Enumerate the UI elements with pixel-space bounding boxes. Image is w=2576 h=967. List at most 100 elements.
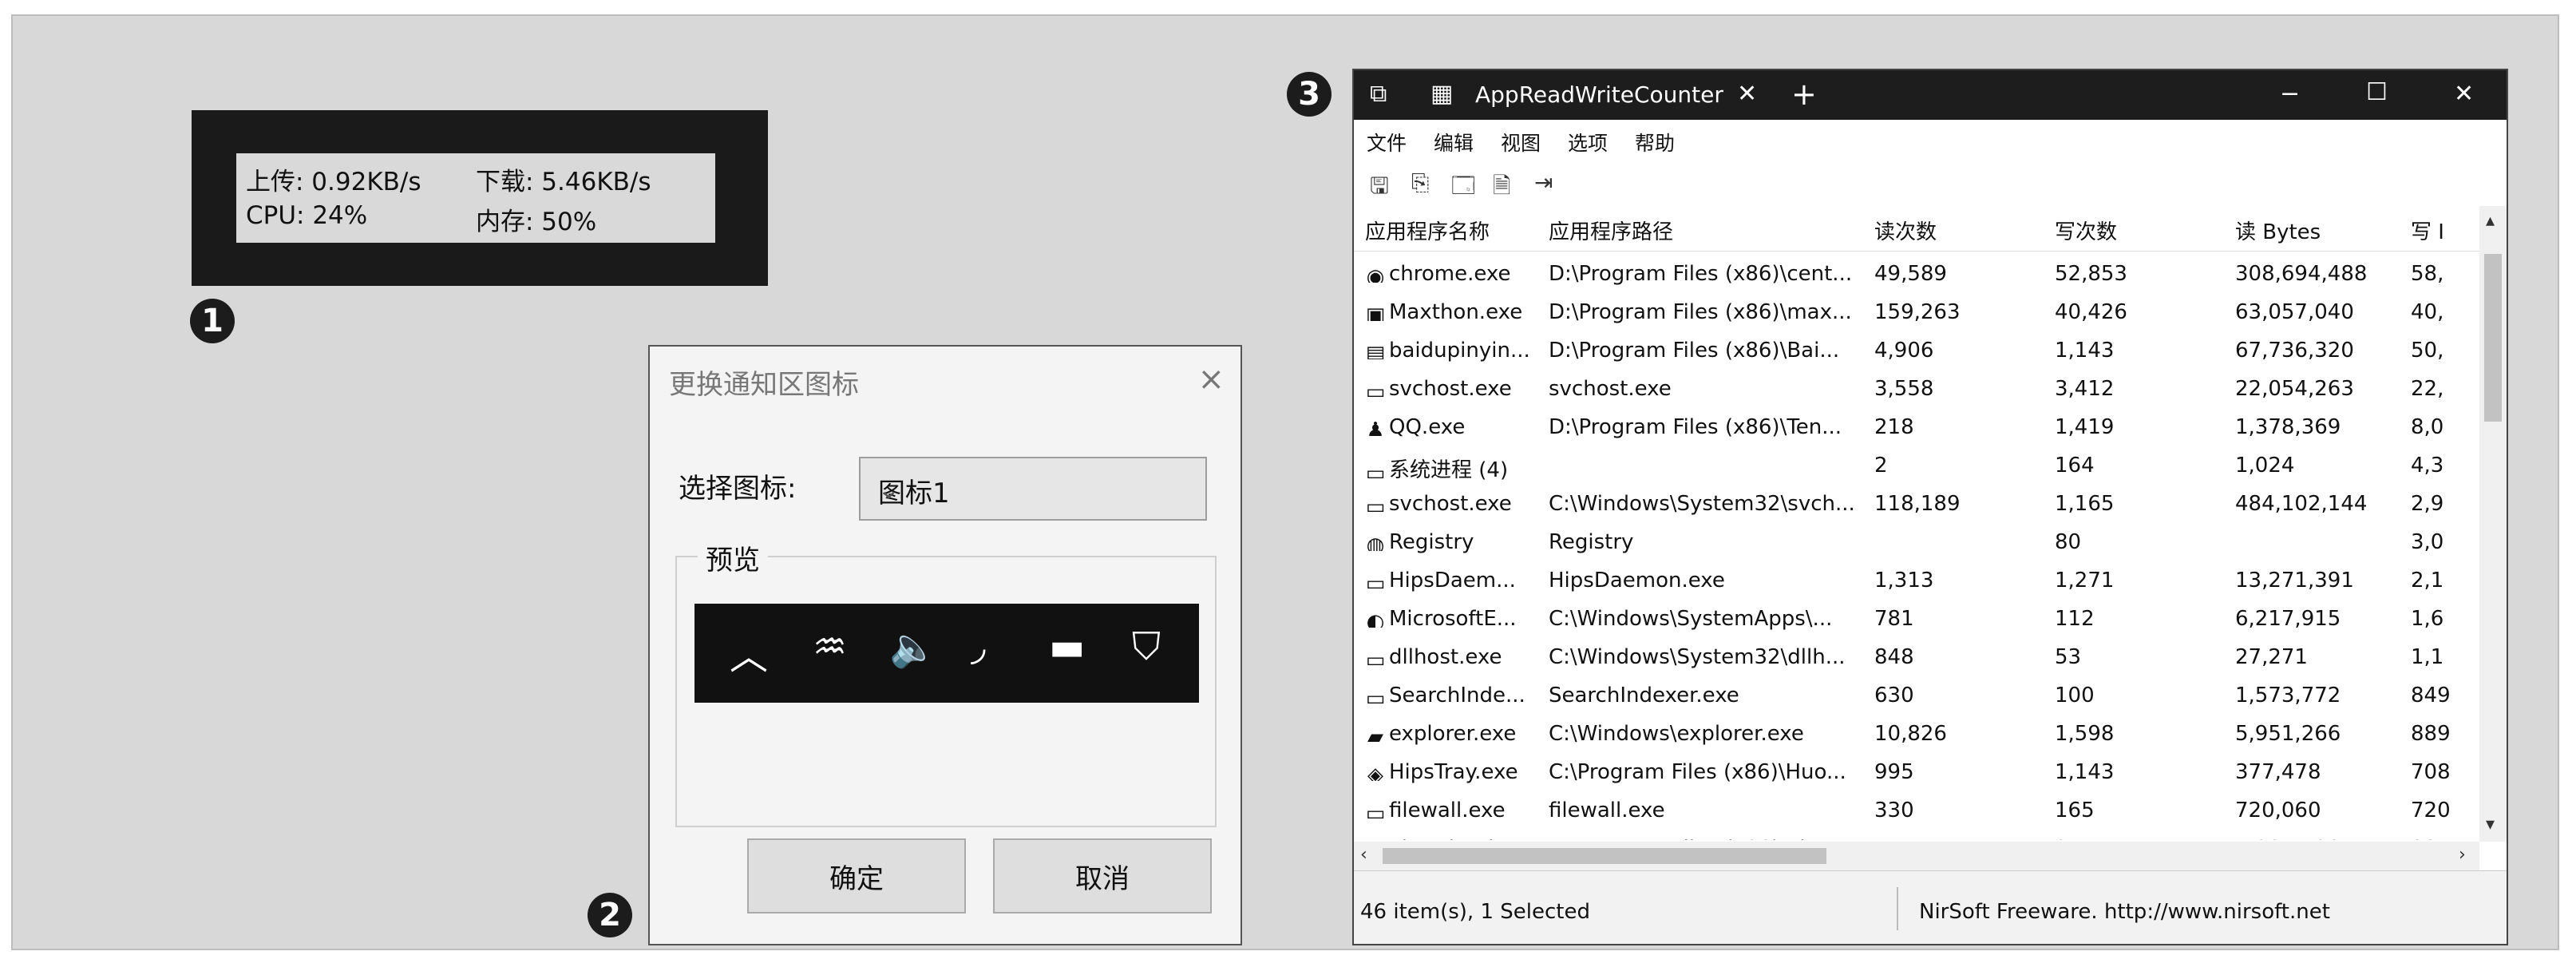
- close-icon[interactable]: ×: [1197, 361, 1225, 398]
- tab-title[interactable]: AppReadWriteCounter: [1475, 81, 1723, 108]
- table-row[interactable]: ▰ explorer.exe C:\Windows\explorer.exe 10,8…: [1354, 715, 2479, 754]
- table-row[interactable]: ▭ svchost.exe C:\Windows\System32\svch... 1…: [1354, 485, 2479, 524]
- cell-app-name-text: chrome.exe: [1389, 262, 1511, 286]
- step-badge-1: 1: [190, 299, 235, 343]
- column-header-write-bytes[interactable]: 写 I: [2411, 216, 2444, 245]
- column-header-reads[interactable]: 读次数: [1874, 216, 1937, 245]
- close-window-button[interactable]: ✕: [2454, 80, 2474, 108]
- copy-icon[interactable]: ⎘: [1411, 169, 1429, 196]
- registry-icon: ◍: [1366, 533, 1385, 551]
- cell-read-bytes: 377,478: [2235, 760, 2321, 784]
- tab-actions-icon[interactable]: ⧉: [1370, 80, 1387, 108]
- shield-icon: ⛉: [1132, 624, 1161, 669]
- cell-app-name-text: explorer.exe: [1389, 722, 1517, 746]
- vertical-scroll-thumb[interactable]: [2484, 254, 2502, 422]
- menu-help[interactable]: 帮助: [1635, 128, 1675, 157]
- volume-icon: 🔈: [889, 625, 937, 670]
- chevron-down-icon: ⌄: [878, 474, 900, 505]
- app-window-icon: ▭: [1365, 572, 1386, 589]
- cell-write-bytes: 708: [2411, 760, 2451, 784]
- change-tray-icon-dialog: 更换通知区图标 × 选择图标: 图标1 ⌄ 预览 ︿ ♒ 🔈 ◞ ▬ ⛉ 确定 …: [648, 345, 1242, 945]
- step-badge-2: 2: [588, 893, 632, 937]
- cell-app-name-text: Registry: [1389, 530, 1474, 554]
- ok-button[interactable]: 确定: [747, 838, 966, 913]
- cell-reads: 2: [1874, 454, 1888, 478]
- cell-app-name: ▭ svchost.exe: [1365, 377, 1544, 401]
- cell-path: filewall.exe: [1549, 799, 1665, 822]
- cpu-usage: CPU: 24%: [246, 201, 368, 230]
- menu-edit[interactable]: 编辑: [1434, 128, 1474, 157]
- cell-read-bytes: 308,694,488: [2235, 262, 2368, 286]
- cell-read-bytes: 27,271: [2235, 645, 2308, 669]
- properties-icon[interactable]: 🗔: [1451, 169, 1475, 208]
- memory-usage: 内存: 50%: [476, 208, 597, 236]
- scroll-left-icon[interactable]: ‹: [1360, 845, 1367, 865]
- column-header-writes[interactable]: 写次数: [2055, 216, 2117, 245]
- cell-write-bytes: 8,0: [2411, 415, 2444, 439]
- cell-app-name: ▭ svchost.exe: [1365, 492, 1544, 516]
- cell-read-bytes: 4,997,120: [2235, 837, 2403, 840]
- column-header-read-bytes[interactable]: 读 Bytes: [2235, 216, 2321, 245]
- table-row[interactable]: ◉ chrome.exe D:\Program Files (x86)\cent..…: [1354, 256, 2479, 294]
- close-tab-icon[interactable]: ✕: [1737, 80, 1757, 108]
- save-icon[interactable]: 🖫: [1370, 169, 1389, 208]
- cell-app-name-text: HipsDaem...: [1389, 569, 1516, 592]
- table-row[interactable]: ▭ThunderPla... D:\Program Files (x86)\Thu…: [1354, 830, 2479, 840]
- cell-app-name-text: HipsTray.exe: [1389, 760, 1518, 784]
- table-row[interactable]: ▭ 系统进程 (4) 2 164 1,024 4,3: [1354, 447, 2479, 485]
- html-report-icon[interactable]: 🗎: [1493, 169, 1511, 208]
- cell-reads: 781: [1874, 607, 1914, 631]
- activity-pulse-icon: ♒: [813, 624, 848, 669]
- cell-app-name-text: filewall.exe: [1389, 799, 1506, 822]
- scroll-up-icon[interactable]: ▴: [2486, 211, 2495, 231]
- cell-reads: 159,263: [1874, 300, 1961, 324]
- cell-read-bytes: 63,057,040: [2235, 300, 2354, 324]
- table-row[interactable]: ◈ HipsTray.exe C:\Program Files (x86)\Huo.…: [1354, 754, 2479, 792]
- maximize-button[interactable]: ☐: [2366, 78, 2388, 106]
- app-window-icon: ▭: [1365, 462, 1386, 479]
- column-header-path[interactable]: 应用程序路径: [1549, 216, 1673, 245]
- app-window-icon: ▭: [1365, 380, 1386, 398]
- cell-path: D:\Program Files (x86)\Thu...: [1549, 837, 1865, 840]
- cell-reads: 3,558: [1874, 377, 1934, 401]
- cell-app-name: ▣ Maxthon.exe: [1365, 300, 1544, 324]
- table-row[interactable]: ▣ Maxthon.exe D:\Program Files (x86)\max..…: [1354, 294, 2479, 332]
- cell-writes: 1,143: [2055, 760, 2115, 784]
- cell-writes: 1,271: [2055, 569, 2115, 592]
- menu-view[interactable]: 视图: [1501, 128, 1541, 157]
- cell-app-name-text: Maxthon.exe: [1389, 300, 1523, 324]
- table-row[interactable]: ♟ QQ.exe D:\Program Files (x86)\Ten... 218 1…: [1354, 409, 2479, 447]
- cell-app-name: ▰ explorer.exe: [1365, 722, 1544, 746]
- table-row[interactable]: ▭ dllhost.exe C:\Windows\System32\dllh... 8…: [1354, 639, 2479, 677]
- menu-options[interactable]: 选项: [1568, 128, 1608, 157]
- status-nirsoft-link[interactable]: NirSoft Freeware. http://www.nirsoft.net: [1919, 900, 2330, 924]
- cell-writes: 40,426: [2055, 300, 2127, 324]
- cell-writes: 1,419: [2055, 415, 2115, 439]
- horizontal-scrollbar[interactable]: ‹ ›: [1354, 842, 2479, 870]
- minimize-button[interactable]: −: [2280, 80, 2300, 108]
- status-divider: [1897, 887, 1898, 930]
- exit-icon[interactable]: ⇥: [1534, 169, 1553, 196]
- vertical-scrollbar[interactable]: ▴ ▾: [2479, 206, 2507, 842]
- table-row[interactable]: ▭ SearchInde... SearchIndexer.exe 630 100 1,5…: [1354, 677, 2479, 715]
- cell-app-name: ♟ QQ.exe: [1365, 415, 1544, 439]
- scroll-down-icon[interactable]: ▾: [2486, 814, 2495, 834]
- cell-path: D:\Program Files (x86)\max...: [1549, 300, 1852, 324]
- cell-reads: 630: [1874, 684, 1914, 707]
- cell-app-name: ◈ HipsTray.exe: [1365, 760, 1544, 784]
- table-row[interactable]: ▭ filewall.exe filewall.exe 330 165 720,060 72…: [1354, 792, 2479, 830]
- table-row[interactable]: ▤ baidupinyin... D:\Program Files (x86)\Ba…: [1354, 332, 2479, 371]
- table-row[interactable]: ▭ HipsDaem... HipsDaemon.exe 1,313 1,271 13,2…: [1354, 562, 2479, 600]
- icon-select[interactable]: 图标1 ⌄: [859, 457, 1207, 521]
- column-header-name[interactable]: 应用程序名称: [1365, 216, 1490, 245]
- table-row[interactable]: ◐ MicrosoftE... C:\Windows\SystemApps\... 7…: [1354, 600, 2479, 639]
- cancel-button[interactable]: 取消: [993, 838, 1212, 913]
- cell-read-bytes: 6,217,915: [2235, 607, 2341, 631]
- cell-path: D:\Program Files (x86)\cent...: [1549, 262, 1853, 286]
- scroll-right-icon[interactable]: ›: [2459, 845, 2466, 865]
- menu-file[interactable]: 文件: [1367, 128, 1407, 157]
- horizontal-scroll-thumb[interactable]: [1383, 848, 1826, 864]
- new-tab-button[interactable]: +: [1791, 77, 1817, 112]
- table-row[interactable]: ▭ svchost.exe svchost.exe 3,558 3,412 22,054,…: [1354, 371, 2479, 409]
- table-row[interactable]: ◍ Registry Registry 80 3,0: [1354, 524, 2479, 562]
